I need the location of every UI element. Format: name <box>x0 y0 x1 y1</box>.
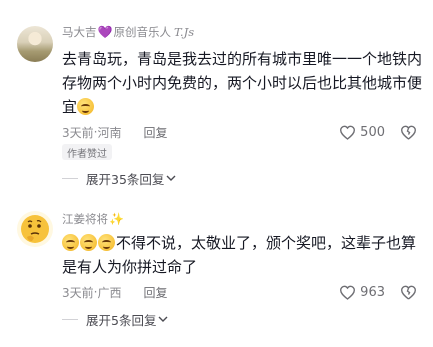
comment-meta: 3天前 · 河南 回复 <box>62 124 168 141</box>
username[interactable]: 马大吉 <box>62 24 97 40</box>
smile-face-icon <box>80 234 97 251</box>
expand-replies-label: 展开5条回复 <box>86 312 157 328</box>
heart-outline-icon <box>340 285 356 300</box>
heart-outline-icon <box>340 125 356 140</box>
comment-text: 去青岛玩，青岛是我去过的所有城市里唯一一个地铁内存物两个小时内免费的，两个小时以… <box>62 47 422 119</box>
dislike-button[interactable] <box>400 283 417 301</box>
comment-header: 马大吉 💜 原创音乐人 T.Js <box>62 24 194 40</box>
divider-line <box>62 318 78 320</box>
like-button[interactable]: 963 <box>339 283 385 301</box>
like-count: 963 <box>360 284 385 300</box>
smile-face-icon <box>98 234 115 251</box>
chevron-down-icon <box>166 174 176 182</box>
comment-time: 3天前 <box>62 285 94 300</box>
comment-item: 江姜将将 ✨ 不得不说，太敬业了，颁个奖吧，这辈子也算是有人为你拼过命了 3天前… <box>0 195 433 347</box>
comment-body: 不得不说，太敬业了，颁个奖吧，这辈子也算是有人为你拼过命了 <box>62 234 417 276</box>
comment-list: 马大吉 💜 原创音乐人 T.Js 去青岛玩，青岛是我去过的所有城市里唯一一个地铁… <box>0 0 433 347</box>
like-count: 500 <box>360 124 385 140</box>
thinking-face-icon <box>21 215 49 243</box>
comment-header: 江姜将将 ✨ <box>62 211 124 227</box>
expand-replies-button[interactable]: 展开5条回复 <box>62 310 168 328</box>
blush-face-icon <box>77 98 95 115</box>
title-tag: 原创音乐人 <box>113 25 171 39</box>
expand-replies-button[interactable]: 展开35条回复 <box>62 169 176 187</box>
comment-meta: 3天前 · 广西 回复 <box>62 284 168 301</box>
author-liked-badge: 作者赞过 <box>62 144 112 160</box>
purple-heart-icon: 💜 <box>97 25 113 39</box>
broken-heart-icon <box>400 285 417 300</box>
avatar[interactable] <box>17 211 53 247</box>
username[interactable]: 江姜将将 <box>62 211 108 227</box>
comment-item: 马大吉 💜 原创音乐人 T.Js 去青岛玩，青岛是我去过的所有城市里唯一一个地铁… <box>0 0 433 190</box>
title-tag-suffix: T.Js <box>173 25 195 39</box>
reply-button[interactable]: 回复 <box>143 284 167 301</box>
chevron-down-icon <box>158 315 168 323</box>
comment-location: 河南 <box>97 125 122 140</box>
comment-location: 广西 <box>97 285 122 300</box>
smile-face-icon <box>62 234 79 251</box>
expand-replies-label: 展开35条回复 <box>86 171 165 187</box>
divider-line <box>62 177 78 179</box>
reply-button[interactable]: 回复 <box>143 124 167 141</box>
comment-body: 去青岛玩，青岛是我去过的所有城市里唯一一个地铁内存物两个小时内免费的，两个小时以… <box>62 50 423 116</box>
like-button[interactable]: 500 <box>339 123 385 141</box>
comment-text: 不得不说，太敬业了，颁个奖吧，这辈子也算是有人为你拼过命了 <box>62 231 422 279</box>
comment-time: 3天前 <box>62 125 94 140</box>
sparkles-icon: ✨ <box>109 212 124 226</box>
broken-heart-icon <box>400 125 417 140</box>
dislike-button[interactable] <box>400 123 417 141</box>
avatar[interactable] <box>17 26 53 62</box>
